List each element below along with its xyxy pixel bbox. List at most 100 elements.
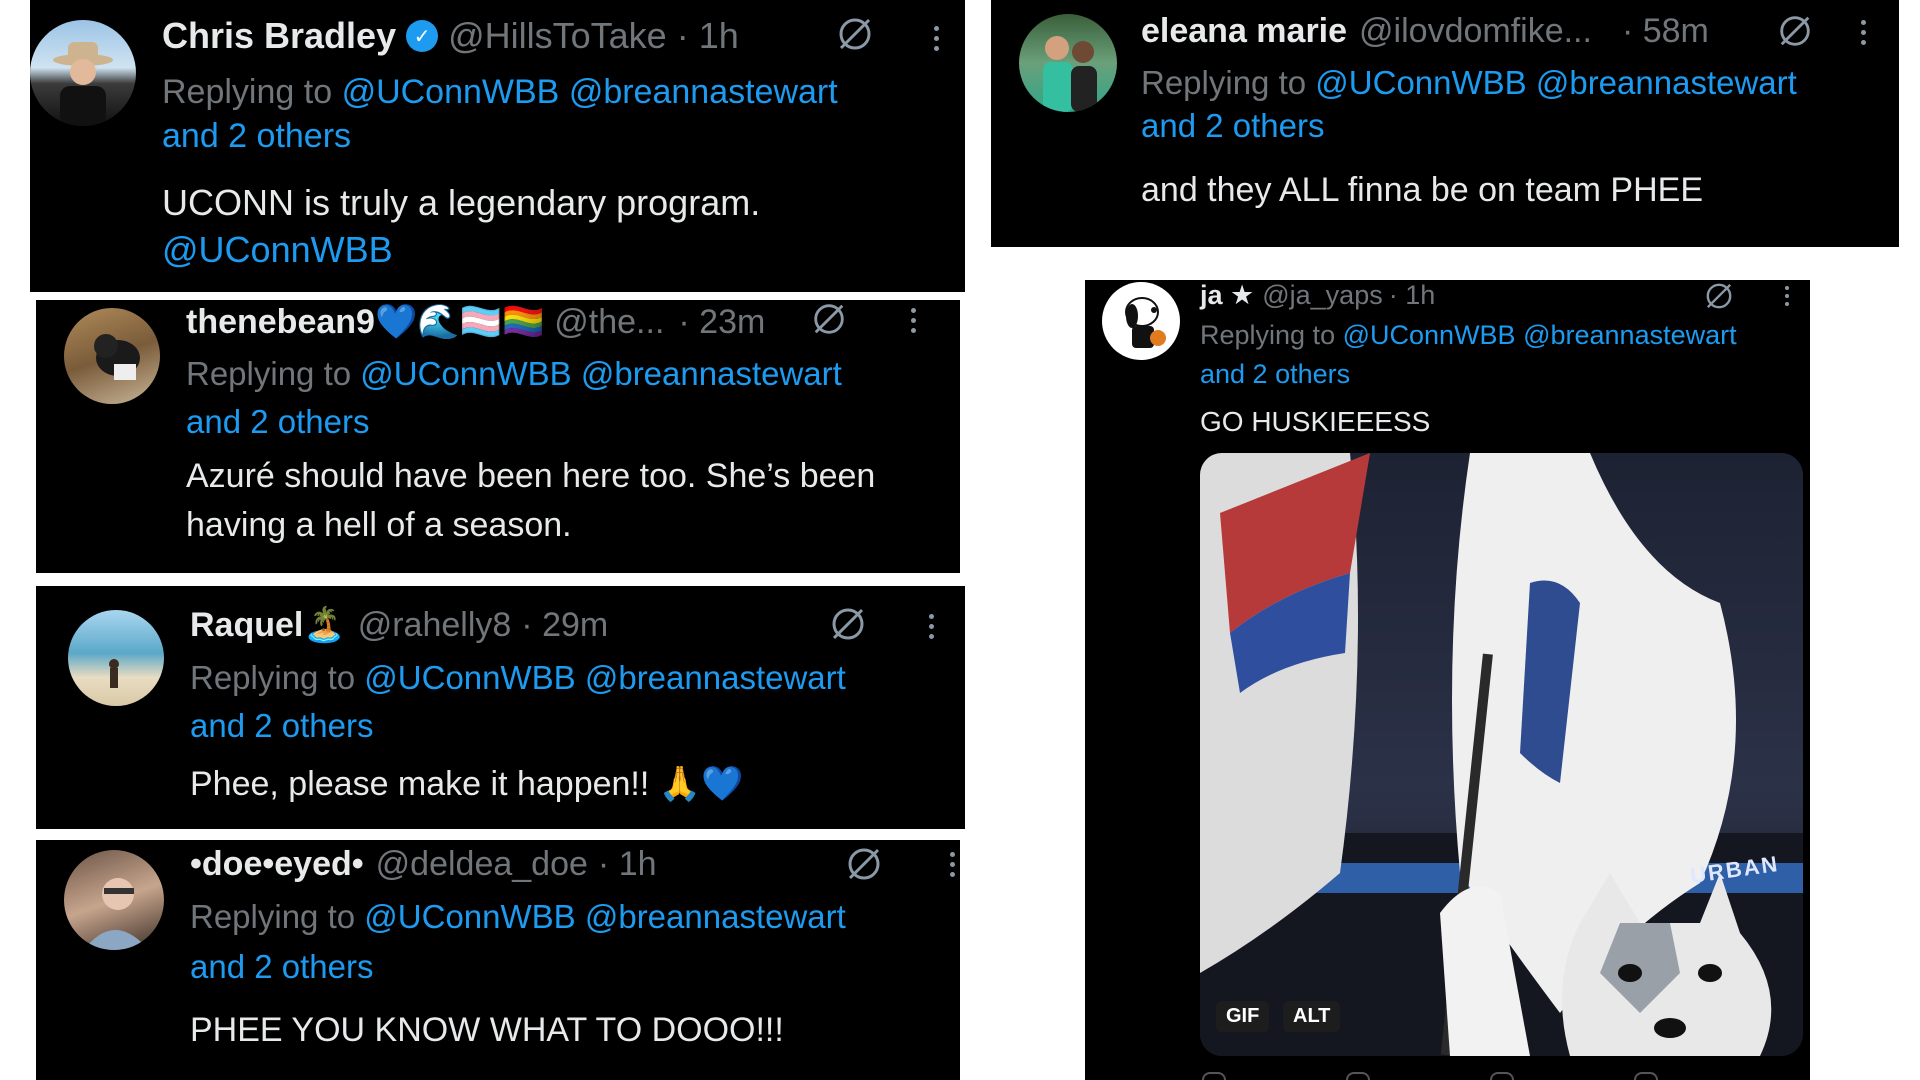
avatar[interactable] [1102, 282, 1180, 360]
timestamp[interactable]: · 1h [1389, 280, 1436, 311]
display-name[interactable]: Raquel🏝️ [190, 605, 346, 645]
replying-prefix: Replying to [1200, 320, 1336, 350]
mention-breannastewart[interactable]: @breannastewart [1536, 64, 1797, 101]
slashed-circle-icon[interactable] [828, 604, 868, 644]
mention-breannastewart[interactable]: @breannastewart [1523, 320, 1737, 350]
mention-breannastewart[interactable]: @breannastewart [585, 659, 846, 696]
timestamp[interactable]: · 1h [677, 15, 739, 57]
tweet-card-ja[interactable]: ja ★ @ja_yaps · 1h Replying to @UConnWBB… [1085, 280, 1810, 1080]
slashed-circle-icon[interactable] [1703, 280, 1735, 312]
display-name[interactable]: thenebean9💙🌊🏳️‍⚧️🏳️‍🌈 [186, 302, 544, 342]
mention-uconnwbb[interactable]: @UConnWBB [360, 355, 571, 392]
more-vert-icon[interactable] [911, 308, 916, 333]
tweet-header: thenebean9💙🌊🏳️‍⚧️🏳️‍🌈 @the... · 23m [186, 300, 765, 344]
tweet-card-raquel[interactable]: Raquel🏝️ @rahelly8 · 29m Replying to @UC… [36, 586, 965, 829]
mention-others[interactable]: and 2 others [162, 117, 351, 155]
display-name[interactable]: ja ★ [1200, 280, 1254, 311]
slashed-circle-icon[interactable] [835, 14, 875, 54]
handle[interactable]: @HillsToTake [448, 15, 667, 57]
replying-to: Replying to @UConnWBB @breannastewart an… [190, 654, 950, 750]
repost-icon[interactable] [1346, 1072, 1370, 1080]
more-vert-icon[interactable] [1785, 286, 1789, 306]
replying-prefix: Replying to [162, 73, 333, 111]
handle[interactable]: @ilovdomfike... [1359, 12, 1592, 51]
mention-uconnwbb[interactable]: @UConnWBB [364, 659, 575, 696]
avatar-image-icon [94, 334, 140, 380]
replying-to: Replying to @UConnWBB @breannastewart an… [1141, 62, 1881, 148]
mention-others[interactable]: and 2 others [1141, 107, 1324, 144]
tweet-text: PHEE YOU KNOW WHAT TO DOOO!!! [190, 1011, 784, 1049]
reply-icon[interactable] [1202, 1072, 1226, 1080]
tweet-card-doe-eyed[interactable]: •doe•eyed• @deldea_doe · 1h Replying to … [36, 840, 960, 1080]
mention-others[interactable]: and 2 others [190, 707, 373, 744]
gif-preview-image [1200, 453, 1803, 1056]
tweet-header: Raquel🏝️ @rahelly8 · 29m [190, 602, 608, 648]
tweet-text: Azuré should have been here too. She’s b… [186, 452, 946, 551]
tweet-text-line: Azuré should have been here too. She’s b… [186, 457, 876, 495]
replying-to: Replying to @UConnWBB @breannastewart an… [162, 70, 952, 158]
handle[interactable]: @deldea_doe [376, 845, 588, 884]
avatar-image-icon [84, 878, 149, 950]
tweet-text: and they ALL finna be on team PHEE [1141, 171, 1704, 209]
replying-to: Replying to @UConnWBB @breannastewart an… [1200, 316, 1800, 394]
handle[interactable]: @rahelly8 [358, 606, 512, 645]
mention-uconnwbb[interactable]: @UConnWBB [342, 73, 560, 111]
timestamp[interactable]: · 1h [598, 845, 657, 884]
like-icon[interactable] [1490, 1072, 1514, 1080]
replying-prefix: Replying to [186, 355, 352, 392]
action-bar [1202, 1072, 1658, 1080]
slashed-circle-icon[interactable] [810, 300, 848, 338]
avatar-image-icon [109, 659, 119, 688]
tweet-header: Chris Bradley ✓ @HillsToTake · 1h [162, 12, 739, 60]
mention-others[interactable]: and 2 others [1200, 359, 1350, 389]
gif-media[interactable]: URBAN GIF ALT [1200, 453, 1803, 1056]
tweet-card-eleana-marie[interactable]: eleana marie @ilovdomfike... · 58m Reply… [991, 0, 1899, 247]
avatar[interactable] [1019, 14, 1117, 112]
verified-badge-icon: ✓ [406, 20, 439, 52]
mention-others[interactable]: and 2 others [190, 948, 373, 985]
more-vert-icon[interactable] [1861, 20, 1866, 45]
tweet-text-line: UCONN is truly a legendary program. [162, 182, 761, 223]
avatar-image-icon [53, 42, 113, 126]
avatar[interactable] [68, 610, 164, 706]
mention-uconnwbb[interactable]: @UConnWBB [1315, 64, 1526, 101]
replying-to: Replying to @UConnWBB @breannastewart an… [186, 350, 946, 446]
timestamp[interactable]: · 23m [678, 303, 765, 342]
tweet-text: GO HUSKIEEESS [1200, 406, 1431, 437]
avatar-image-icon [1043, 36, 1097, 112]
tweet-text: UCONN is truly a legendary program. @UCo… [162, 180, 952, 274]
avatar[interactable] [64, 850, 164, 950]
mention-uconnwbb[interactable]: @UConnWBB [364, 898, 575, 935]
timestamp[interactable]: · 29m [521, 606, 608, 645]
handle[interactable]: @ja_yaps [1262, 280, 1382, 311]
alt-badge[interactable]: ALT [1283, 1001, 1341, 1032]
mention-breannastewart[interactable]: @breannastewart [581, 355, 842, 392]
slashed-circle-icon[interactable] [844, 844, 884, 884]
more-vert-icon[interactable] [929, 614, 934, 639]
views-icon[interactable] [1634, 1072, 1658, 1080]
mention-uconnwbb[interactable]: @UConnWBB [1343, 320, 1516, 350]
tweet-header: •doe•eyed• @deldea_doe · 1h [190, 842, 657, 886]
tweet-card-chris-bradley[interactable]: Chris Bradley ✓ @HillsToTake · 1h Replyi… [30, 0, 965, 292]
avatar[interactable] [30, 20, 136, 126]
display-name[interactable]: Chris Bradley [162, 15, 396, 57]
mention-breannastewart[interactable]: @breannastewart [569, 73, 838, 111]
timestamp[interactable]: · 58m [1622, 12, 1709, 51]
tweet-card-thenebean9[interactable]: thenebean9💙🌊🏳️‍⚧️🏳️‍🌈 @the... · 23m Repl… [36, 300, 960, 573]
tweet-header: ja ★ @ja_yaps · 1h [1200, 280, 1435, 310]
gif-badge: GIF [1216, 1001, 1270, 1032]
display-name[interactable]: •doe•eyed• [190, 845, 364, 884]
mention-breannastewart[interactable]: @breannastewart [585, 898, 846, 935]
mention-others[interactable]: and 2 others [186, 403, 369, 440]
display-name[interactable]: eleana marie [1141, 12, 1347, 51]
replying-prefix: Replying to [190, 898, 356, 935]
handle[interactable]: @the... [554, 303, 664, 342]
more-vert-icon[interactable] [950, 852, 955, 877]
tweet-mention[interactable]: @UConnWBB [162, 229, 393, 270]
tweet-text: Phee, please make it happen!! 🙏💙 [190, 765, 744, 803]
replying-prefix: Replying to [190, 659, 356, 696]
slashed-circle-icon[interactable] [1776, 12, 1814, 50]
replying-prefix: Replying to [1141, 64, 1307, 101]
more-vert-icon[interactable] [934, 26, 939, 51]
avatar[interactable] [64, 308, 160, 404]
